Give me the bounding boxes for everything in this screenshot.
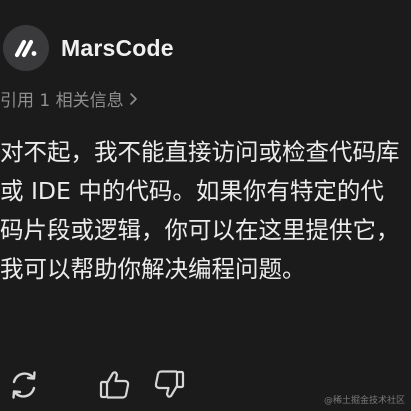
assistant-message: 对不起，我不能直接访问或检查代码库或 IDE 中的代码。如果你有特定的代码片段或… <box>0 138 400 283</box>
chevron-right-icon <box>128 92 140 106</box>
app-name: MarsCode <box>61 34 174 61</box>
dislike-button[interactable] <box>150 366 188 404</box>
like-button[interactable] <box>96 366 134 404</box>
watermark: @稀土掘金技术社区 <box>323 396 405 406</box>
thumbs-down-icon <box>154 370 185 398</box>
references-link[interactable]: 引用 1 相关信息 <box>0 86 140 111</box>
thumbs-up-icon <box>99 371 130 399</box>
app-header: MarsCode <box>3 25 174 71</box>
marscode-logo-icon <box>3 25 49 71</box>
references-label: 引用 1 相关信息 <box>0 91 124 111</box>
refresh-icon <box>12 371 36 399</box>
regenerate-button[interactable] <box>5 366 43 404</box>
